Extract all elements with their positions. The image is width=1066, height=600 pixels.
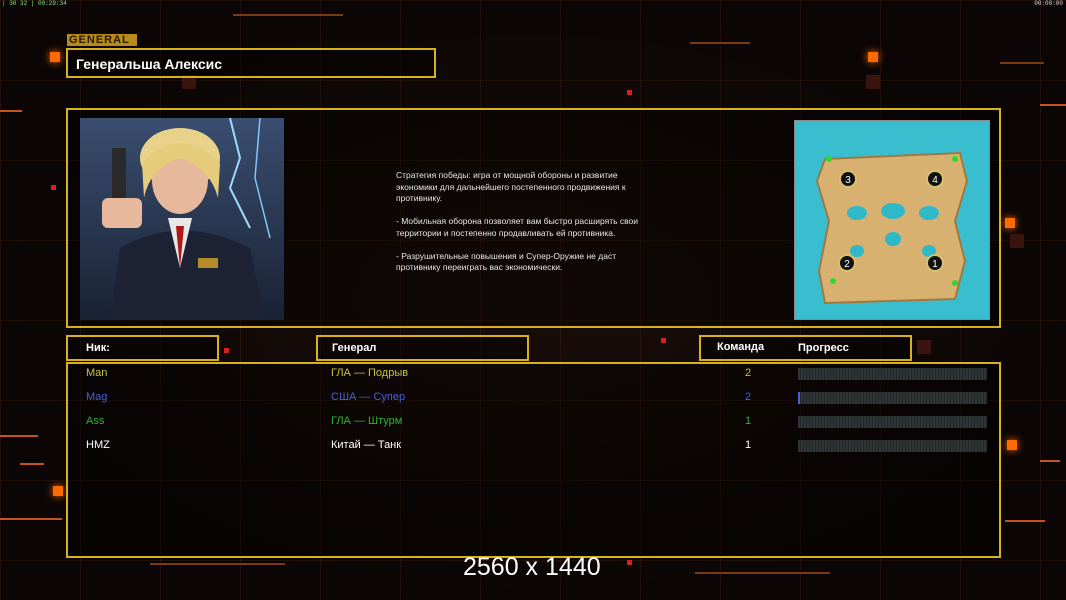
deco-square bbox=[627, 560, 632, 565]
player-row: Man ГЛА — Подрыв 2 bbox=[0, 367, 1000, 381]
general-portrait bbox=[80, 118, 284, 320]
svg-text:4: 4 bbox=[932, 175, 938, 186]
column-general-label: Генерал bbox=[332, 342, 377, 354]
column-team-progress: Команда Прогресс bbox=[699, 335, 912, 361]
player-team: 2 bbox=[745, 391, 752, 403]
deco-square bbox=[53, 486, 63, 496]
player-nick: Ass bbox=[86, 415, 105, 427]
deco-line bbox=[150, 563, 285, 565]
player-progress-bar bbox=[798, 440, 987, 452]
deco-square bbox=[1010, 234, 1024, 248]
deco-square bbox=[868, 52, 878, 62]
resolution-watermark: 2560 x 1440 bbox=[463, 553, 601, 581]
deco-line bbox=[233, 14, 343, 16]
player-progress-fill bbox=[798, 392, 800, 404]
deco-line bbox=[1040, 460, 1060, 462]
deco-square bbox=[51, 185, 56, 190]
general-tag: GENERAL bbox=[67, 34, 137, 46]
player-team: 1 bbox=[745, 439, 752, 451]
svg-text:3: 3 bbox=[845, 175, 851, 186]
title-box: Генеральша Алексис bbox=[66, 48, 436, 78]
status-left: | 30 32 | 00:29:34 bbox=[2, 0, 67, 7]
deco-line bbox=[690, 42, 750, 44]
column-nick-label: Ник: bbox=[86, 342, 110, 354]
deco-line bbox=[0, 110, 22, 112]
start-position-1[interactable]: 1 bbox=[926, 254, 944, 272]
column-team-label: Команда bbox=[717, 341, 765, 353]
column-nick: Ник: bbox=[66, 335, 219, 361]
player-nick: HMZ bbox=[86, 439, 110, 451]
deco-square bbox=[1007, 440, 1017, 450]
deco-line bbox=[1000, 62, 1044, 64]
start-position-4[interactable]: 4 bbox=[926, 170, 944, 188]
deco-square bbox=[1005, 218, 1015, 228]
deco-line bbox=[1005, 520, 1045, 522]
deco-line bbox=[20, 463, 44, 465]
player-team: 1 bbox=[745, 415, 752, 427]
deco-line bbox=[0, 435, 38, 437]
deco-square bbox=[661, 338, 666, 343]
deco-square bbox=[224, 348, 229, 353]
deco-square bbox=[627, 90, 632, 95]
player-row: Mag США — Супер 2 bbox=[0, 391, 1000, 405]
player-general: Китай — Танк bbox=[331, 439, 402, 451]
general-name: Генеральша Алексис bbox=[76, 56, 223, 72]
player-team: 2 bbox=[745, 367, 752, 379]
deco-line bbox=[695, 572, 830, 574]
start-position-2[interactable]: 2 bbox=[838, 254, 856, 272]
player-row: HMZ Китай — Танк 1 bbox=[0, 439, 1000, 453]
player-general: США — Супер bbox=[331, 391, 406, 403]
start-position-3[interactable]: 3 bbox=[839, 170, 857, 188]
player-progress-bar bbox=[798, 368, 987, 380]
player-general: ГЛА — Подрыв bbox=[331, 367, 409, 379]
player-row: Ass ГЛА — Штурм 1 bbox=[0, 415, 1000, 429]
player-progress-bar bbox=[798, 416, 987, 428]
player-nick: Man bbox=[86, 367, 108, 379]
status-right: 00:00:00 bbox=[1034, 0, 1063, 7]
deco-line bbox=[0, 518, 62, 520]
deco-square bbox=[50, 52, 60, 62]
svg-text:1: 1 bbox=[932, 259, 938, 270]
player-progress-bar bbox=[798, 392, 987, 404]
deco-line bbox=[1040, 104, 1066, 106]
player-general: ГЛА — Штурм bbox=[331, 415, 403, 427]
minimap[interactable]: 3 4 2 1 bbox=[794, 120, 990, 320]
strategy-description: Стратегия победы: игра от мощной обороны… bbox=[396, 170, 639, 272]
column-general: Генерал bbox=[316, 335, 529, 361]
player-nick: Mag bbox=[86, 391, 108, 403]
svg-text:2: 2 bbox=[844, 259, 850, 270]
deco-square bbox=[866, 75, 880, 89]
column-progress-label: Прогресс bbox=[798, 342, 849, 354]
deco-square bbox=[917, 340, 931, 354]
